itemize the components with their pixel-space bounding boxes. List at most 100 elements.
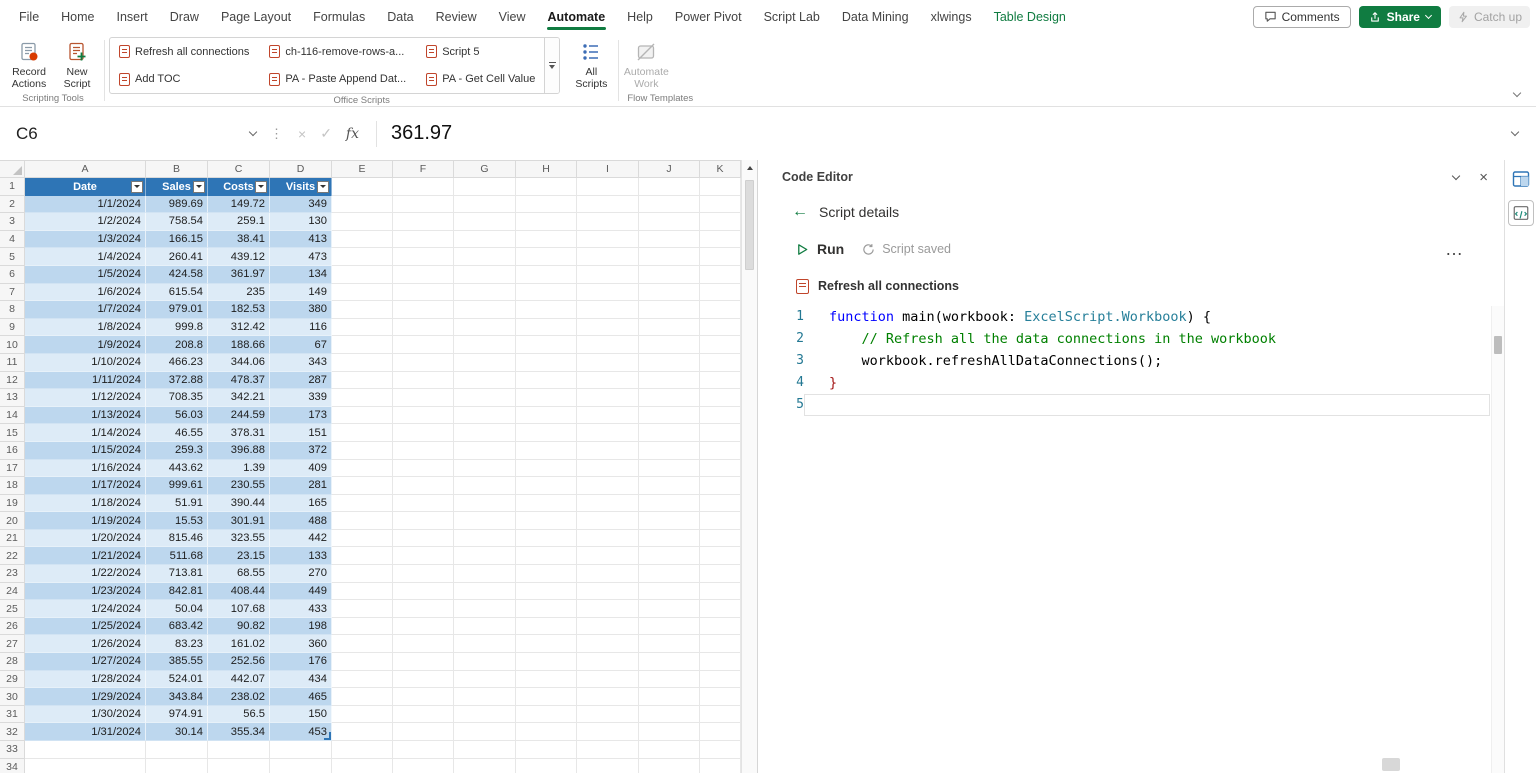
- cell-C13[interactable]: 342.21: [208, 389, 270, 407]
- cell-C17[interactable]: 1.39: [208, 460, 270, 478]
- cell-H23[interactable]: [516, 565, 577, 583]
- cell-A18[interactable]: 1/17/2024: [25, 477, 146, 495]
- cell-K34[interactable]: [700, 759, 741, 773]
- cell-J24[interactable]: [639, 583, 700, 601]
- table-header-visits[interactable]: Visits: [270, 178, 332, 196]
- cell-F4[interactable]: [393, 231, 454, 249]
- cell-F20[interactable]: [393, 512, 454, 530]
- cell-I12[interactable]: [577, 372, 639, 390]
- cell-H15[interactable]: [516, 424, 577, 442]
- cell-A29[interactable]: 1/28/2024: [25, 671, 146, 689]
- menu-tab-automate[interactable]: Automate: [537, 2, 617, 32]
- cell-C7[interactable]: 235: [208, 284, 270, 302]
- cell-H9[interactable]: [516, 319, 577, 337]
- menu-tab-draw[interactable]: Draw: [159, 2, 210, 32]
- cell-F16[interactable]: [393, 442, 454, 460]
- cell-E17[interactable]: [332, 460, 393, 478]
- cell-B24[interactable]: 842.81: [146, 583, 208, 601]
- cell-E2[interactable]: [332, 196, 393, 214]
- cell-B17[interactable]: 443.62: [146, 460, 208, 478]
- cell-G31[interactable]: [454, 706, 516, 724]
- row-header-12[interactable]: 12: [0, 372, 25, 390]
- cell-D28[interactable]: 176: [270, 653, 332, 671]
- cell-F24[interactable]: [393, 583, 454, 601]
- cell-D4[interactable]: 413: [270, 231, 332, 249]
- cell-E7[interactable]: [332, 284, 393, 302]
- cell-F17[interactable]: [393, 460, 454, 478]
- cell-J27[interactable]: [639, 635, 700, 653]
- cell-C10[interactable]: 188.66: [208, 336, 270, 354]
- cell-G4[interactable]: [454, 231, 516, 249]
- cell-B6[interactable]: 424.58: [146, 266, 208, 284]
- cell-E19[interactable]: [332, 495, 393, 513]
- cell-I34[interactable]: [577, 759, 639, 773]
- cell-H13[interactable]: [516, 389, 577, 407]
- cell-G1[interactable]: [454, 178, 516, 196]
- cell-J2[interactable]: [639, 196, 700, 214]
- cell-H20[interactable]: [516, 512, 577, 530]
- row-header-7[interactable]: 7: [0, 284, 25, 302]
- cell-A22[interactable]: 1/21/2024: [25, 547, 146, 565]
- cell-D33[interactable]: [270, 741, 332, 759]
- cell-K21[interactable]: [700, 530, 741, 548]
- row-header-8[interactable]: 8: [0, 301, 25, 319]
- cell-F7[interactable]: [393, 284, 454, 302]
- cell-J31[interactable]: [639, 706, 700, 724]
- cell-I2[interactable]: [577, 196, 639, 214]
- cell-B22[interactable]: 511.68: [146, 547, 208, 565]
- cell-K8[interactable]: [700, 301, 741, 319]
- cell-G15[interactable]: [454, 424, 516, 442]
- cell-D10[interactable]: 67: [270, 336, 332, 354]
- select-all-corner[interactable]: [0, 161, 25, 178]
- cell-H6[interactable]: [516, 266, 577, 284]
- cell-I28[interactable]: [577, 653, 639, 671]
- cell-H14[interactable]: [516, 407, 577, 425]
- cell-A30[interactable]: 1/29/2024: [25, 688, 146, 706]
- cell-K20[interactable]: [700, 512, 741, 530]
- cell-I17[interactable]: [577, 460, 639, 478]
- cell-J15[interactable]: [639, 424, 700, 442]
- cell-F32[interactable]: [393, 723, 454, 741]
- cell-E31[interactable]: [332, 706, 393, 724]
- cell-D26[interactable]: 198: [270, 618, 332, 636]
- cell-D11[interactable]: 343: [270, 354, 332, 372]
- cell-J29[interactable]: [639, 671, 700, 689]
- table-header-costs[interactable]: Costs: [208, 178, 270, 196]
- cell-K13[interactable]: [700, 389, 741, 407]
- cell-K33[interactable]: [700, 741, 741, 759]
- cell-G10[interactable]: [454, 336, 516, 354]
- cell-C6[interactable]: 361.97: [208, 266, 270, 284]
- cell-F5[interactable]: [393, 248, 454, 266]
- menu-tab-table-design[interactable]: Table Design: [983, 2, 1077, 32]
- menu-tab-power-pivot[interactable]: Power Pivot: [664, 2, 753, 32]
- cell-E34[interactable]: [332, 759, 393, 773]
- cell-C16[interactable]: 396.88: [208, 442, 270, 460]
- cell-I5[interactable]: [577, 248, 639, 266]
- cell-D7[interactable]: 149: [270, 284, 332, 302]
- cell-K14[interactable]: [700, 407, 741, 425]
- cell-K7[interactable]: [700, 284, 741, 302]
- cell-K4[interactable]: [700, 231, 741, 249]
- cell-B30[interactable]: 343.84: [146, 688, 208, 706]
- cell-B21[interactable]: 815.46: [146, 530, 208, 548]
- cell-A3[interactable]: 1/2/2024: [25, 213, 146, 231]
- cell-B14[interactable]: 56.03: [146, 407, 208, 425]
- filter-button-date[interactable]: [131, 181, 143, 193]
- gallery-more-button[interactable]: [544, 38, 559, 93]
- cell-D17[interactable]: 409: [270, 460, 332, 478]
- office-script-item-5[interactable]: Script 5: [417, 38, 544, 66]
- cell-F11[interactable]: [393, 354, 454, 372]
- menu-tab-data[interactable]: Data: [376, 2, 424, 32]
- row-header-5[interactable]: 5: [0, 248, 25, 266]
- cell-H1[interactable]: [516, 178, 577, 196]
- cell-J3[interactable]: [639, 213, 700, 231]
- catch-up-button[interactable]: Catch up: [1449, 6, 1530, 28]
- cell-H11[interactable]: [516, 354, 577, 372]
- cell-C8[interactable]: 182.53: [208, 301, 270, 319]
- menu-tab-file[interactable]: File: [8, 2, 50, 32]
- cell-E32[interactable]: [332, 723, 393, 741]
- cell-K24[interactable]: [700, 583, 741, 601]
- cell-C3[interactable]: 259.1: [208, 213, 270, 231]
- cell-I26[interactable]: [577, 618, 639, 636]
- cell-C23[interactable]: 68.55: [208, 565, 270, 583]
